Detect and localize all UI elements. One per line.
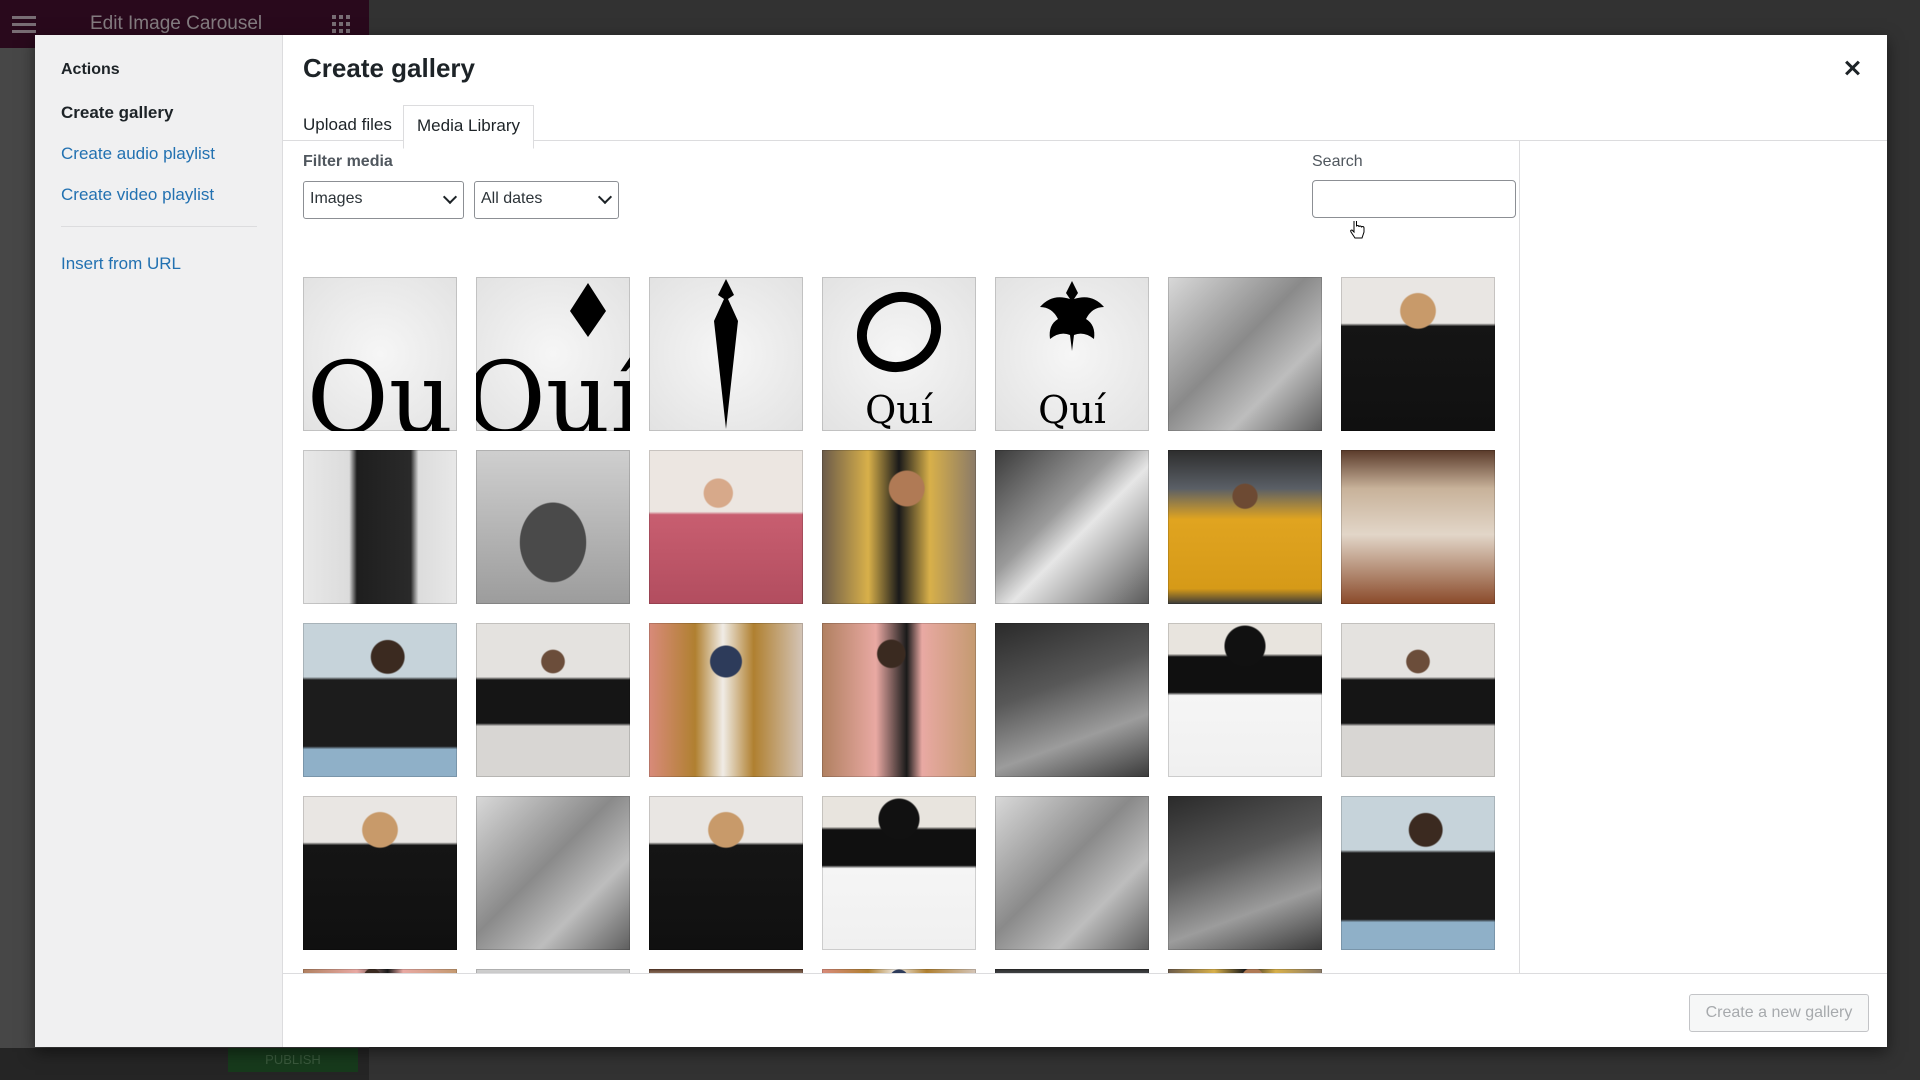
modal-footer: Create a new gallery: [283, 973, 1887, 1047]
media-thumbnail-afro-woman-white-pants[interactable]: [822, 796, 976, 950]
sidebar-divider: [61, 226, 257, 227]
sidebar-item-create-gallery[interactable]: Create gallery: [61, 103, 282, 123]
media-thumbnail-woman-pink-coat-brick[interactable]: [822, 623, 976, 777]
media-thumbnail-woman-mustard-coat[interactable]: [649, 623, 803, 777]
media-type-value: Images: [310, 190, 363, 207]
chevron-down-icon: [442, 189, 458, 205]
media-thumbnail-man-headphones[interactable]: [1341, 796, 1495, 950]
sidebar-item-insert-from-url[interactable]: Insert from URL: [61, 254, 282, 274]
media-thumbnail-woman-pink-coat[interactable]: [649, 450, 803, 604]
media-thumbnail-beige-layered[interactable]: [1341, 450, 1495, 604]
media-thumbnail-logo-fleur-qui[interactable]: Quí: [995, 277, 1149, 431]
media-thumbnail-man-yellow-hoodie[interactable]: [1168, 450, 1322, 604]
media-date-select[interactable]: All dates: [474, 181, 619, 219]
media-thumbnail-logo-qui-diamond[interactable]: Quí: [476, 277, 630, 431]
media-thumbnail-man-tshirt-poles[interactable]: [1341, 623, 1495, 777]
media-grid: QuQuíQuíQuí: [303, 277, 1495, 973]
media-thumbnail-curly-woman-black[interactable]: [649, 796, 803, 950]
media-thumbnail-bw-hooded-man[interactable]: [1168, 277, 1322, 431]
media-thumbnail-logo-ring-qui[interactable]: Quí: [822, 277, 976, 431]
create-new-gallery-button[interactable]: Create a new gallery: [1689, 994, 1869, 1032]
chevron-down-icon: [597, 189, 613, 205]
media-thumbnail-logo-dagger[interactable]: [649, 277, 803, 431]
media-thumbnail-bw-hands-closeup[interactable]: [995, 623, 1149, 777]
media-thumbnail-bw-crouching[interactable]: [476, 450, 630, 604]
media-date-value: All dates: [481, 190, 543, 207]
media-thumbnail-man-yellow-blazer[interactable]: [822, 450, 976, 604]
logo-text: Qu: [306, 340, 454, 432]
modal-sidebar: Actions Create gallery Create audio play…: [35, 35, 283, 1047]
sidebar-item-create-video-playlist[interactable]: Create video playlist: [61, 185, 282, 205]
media-thumbnail-bw-denim-jacket[interactable]: [995, 450, 1149, 604]
search-label: Search: [1312, 153, 1363, 170]
hand-cursor-icon: [1350, 221, 1365, 239]
filter-media-label: Filter media: [303, 153, 393, 170]
media-thumbnail-logo-qu[interactable]: Qu: [303, 277, 457, 431]
media-thumbnail-bw-hands-closeup[interactable]: [1168, 796, 1322, 950]
media-type-select[interactable]: Images: [303, 181, 464, 219]
media-thumbnail-man-tshirt-poles[interactable]: [476, 623, 630, 777]
modal-main: Create gallery Upload files Media Librar…: [283, 35, 1887, 1047]
sidebar-item-create-audio-playlist[interactable]: Create audio playlist: [61, 144, 282, 164]
media-thumbnail-bw-legs-stool[interactable]: [303, 450, 457, 604]
media-thumbnail-bw-hooded-man[interactable]: [995, 796, 1149, 950]
media-modal: Actions Create gallery Create audio play…: [35, 35, 1887, 1047]
modal-title: Create gallery: [303, 53, 475, 83]
media-thumbnail-curly-woman-black[interactable]: [1341, 277, 1495, 431]
search-input[interactable]: [1312, 180, 1516, 218]
close-icon[interactable]: [1839, 55, 1865, 81]
sidebar-heading: Actions: [61, 61, 120, 78]
media-thumbnail-afro-woman-white-pants[interactable]: [1168, 623, 1322, 777]
modal-tabs: Upload files Media Library: [283, 97, 1887, 149]
media-thumbnail-man-headphones[interactable]: [303, 623, 457, 777]
media-browser: Filter media Images All dates Search QuQ…: [283, 141, 1520, 973]
media-thumbnail-curly-woman-black[interactable]: [303, 796, 457, 950]
media-thumbnail-bw-hooded-man[interactable]: [476, 796, 630, 950]
